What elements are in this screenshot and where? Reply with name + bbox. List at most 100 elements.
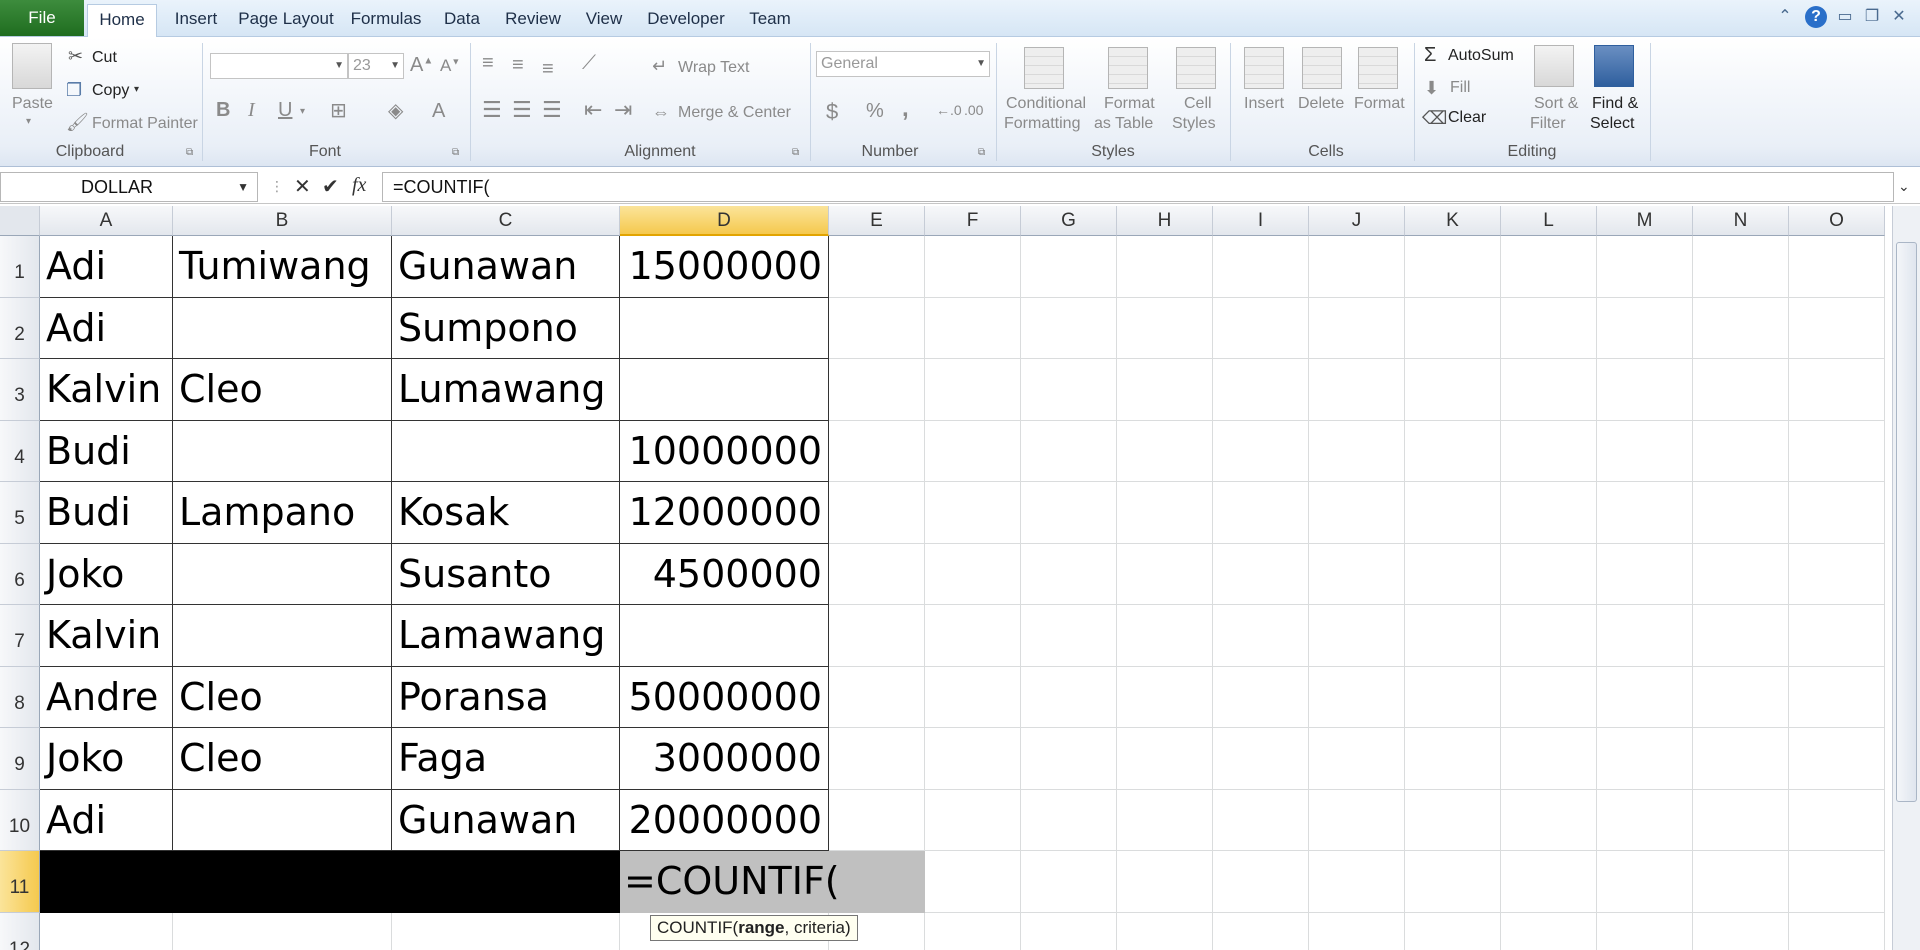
cell-k7[interactable] bbox=[1405, 605, 1501, 667]
cell-h10[interactable] bbox=[1117, 789, 1213, 851]
format-painter-button[interactable]: Format Painter bbox=[92, 115, 198, 133]
cell-l1[interactable] bbox=[1501, 236, 1597, 298]
cell-e10[interactable] bbox=[829, 789, 925, 851]
cell-i2[interactable] bbox=[1213, 297, 1309, 359]
tab-review[interactable]: Review bbox=[497, 4, 569, 37]
cell-g9[interactable] bbox=[1021, 728, 1117, 790]
font-name-combo[interactable]: ▼ bbox=[210, 53, 348, 79]
cell-f4[interactable] bbox=[925, 420, 1021, 482]
column-header-o[interactable]: O bbox=[1789, 206, 1885, 236]
cell-d9[interactable]: 3000000 bbox=[620, 728, 829, 790]
cell-n6[interactable] bbox=[1693, 543, 1789, 605]
cell-f11[interactable] bbox=[925, 851, 1021, 913]
increase-font-icon[interactable]: A▲ bbox=[410, 55, 433, 75]
cell-j11[interactable] bbox=[1309, 851, 1405, 913]
cell-c8[interactable]: Poransa bbox=[392, 666, 620, 728]
cell-h3[interactable] bbox=[1117, 359, 1213, 421]
cell-c6[interactable]: Susanto bbox=[392, 543, 620, 605]
row-header-10[interactable]: 10 bbox=[0, 789, 40, 851]
cell-d4[interactable]: 10000000 bbox=[620, 420, 829, 482]
cell-d8[interactable]: 50000000 bbox=[620, 666, 829, 728]
cell-h4[interactable] bbox=[1117, 420, 1213, 482]
cell-e6[interactable] bbox=[829, 543, 925, 605]
cell-j1[interactable] bbox=[1309, 236, 1405, 298]
column-header-f[interactable]: F bbox=[925, 206, 1021, 236]
tab-home[interactable]: Home bbox=[87, 4, 157, 38]
vertical-scroll-thumb[interactable] bbox=[1896, 242, 1917, 802]
align-bottom-icon[interactable]: ≡ bbox=[542, 59, 554, 79]
cell-k4[interactable] bbox=[1405, 420, 1501, 482]
cell-k5[interactable] bbox=[1405, 482, 1501, 544]
cell-d10[interactable]: 20000000 bbox=[620, 789, 829, 851]
cell-m7[interactable] bbox=[1597, 605, 1693, 667]
cell-c7[interactable]: Lamawang bbox=[392, 605, 620, 667]
orientation-icon[interactable]: ⟋ bbox=[582, 53, 596, 73]
cell-i9[interactable] bbox=[1213, 728, 1309, 790]
wrap-text-button[interactable]: Wrap Text bbox=[678, 59, 749, 77]
cell-i4[interactable] bbox=[1213, 420, 1309, 482]
paste-dropdown-icon[interactable]: ▾ bbox=[26, 117, 31, 127]
minimize-window-icon[interactable]: ▭ bbox=[1834, 6, 1856, 28]
cell-m1[interactable] bbox=[1597, 236, 1693, 298]
cell-n3[interactable] bbox=[1693, 359, 1789, 421]
cell-b4[interactable] bbox=[173, 420, 392, 482]
cell-c9[interactable]: Faga bbox=[392, 728, 620, 790]
cell-e8[interactable] bbox=[829, 666, 925, 728]
cell-g1[interactable] bbox=[1021, 236, 1117, 298]
cell-c5[interactable]: Kosak bbox=[392, 482, 620, 544]
select-all-corner[interactable] bbox=[0, 206, 40, 236]
cell-a7[interactable]: Kalvin bbox=[40, 605, 173, 667]
expand-formula-bar-icon[interactable]: ⌄ bbox=[1898, 178, 1910, 195]
cell-k8[interactable] bbox=[1405, 666, 1501, 728]
row-header-4[interactable]: 4 bbox=[0, 420, 40, 482]
cell-o11[interactable] bbox=[1789, 851, 1885, 913]
row-header-12[interactable]: 12 bbox=[0, 912, 40, 950]
column-header-c[interactable]: C bbox=[392, 206, 620, 236]
cell-c2[interactable]: Sumpono bbox=[392, 297, 620, 359]
tab-view[interactable]: View bbox=[574, 4, 634, 37]
cell-g6[interactable] bbox=[1021, 543, 1117, 605]
restore-window-icon[interactable]: ❐ bbox=[1861, 6, 1883, 28]
vertical-scrollbar[interactable] bbox=[1892, 206, 1920, 950]
tooltip-remaining-arguments[interactable]: , criteria) bbox=[785, 918, 851, 937]
cell-b6[interactable] bbox=[173, 543, 392, 605]
cell-f8[interactable] bbox=[925, 666, 1021, 728]
cell-f12[interactable] bbox=[925, 912, 1021, 950]
cell-h5[interactable] bbox=[1117, 482, 1213, 544]
conditional-formatting-line1[interactable]: Conditional bbox=[1006, 95, 1086, 113]
formula-input[interactable]: =COUNTIF( bbox=[382, 172, 1894, 202]
cell-h1[interactable] bbox=[1117, 236, 1213, 298]
cell-l10[interactable] bbox=[1501, 789, 1597, 851]
cell-j5[interactable] bbox=[1309, 482, 1405, 544]
column-header-b[interactable]: B bbox=[173, 206, 392, 236]
cell-f9[interactable] bbox=[925, 728, 1021, 790]
cell-d2[interactable] bbox=[620, 297, 829, 359]
cell-a12[interactable] bbox=[40, 912, 173, 950]
cell-h9[interactable] bbox=[1117, 728, 1213, 790]
cell-e9[interactable] bbox=[829, 728, 925, 790]
column-header-g[interactable]: G bbox=[1021, 206, 1117, 236]
cell-k2[interactable] bbox=[1405, 297, 1501, 359]
help-icon[interactable]: ? bbox=[1805, 6, 1827, 28]
tab-team[interactable]: Team bbox=[738, 4, 802, 37]
column-header-m[interactable]: M bbox=[1597, 206, 1693, 236]
cell-o3[interactable] bbox=[1789, 359, 1885, 421]
cell-i6[interactable] bbox=[1213, 543, 1309, 605]
cell-f10[interactable] bbox=[925, 789, 1021, 851]
cell-d3[interactable] bbox=[620, 359, 829, 421]
cell-i5[interactable] bbox=[1213, 482, 1309, 544]
cell-m11[interactable] bbox=[1597, 851, 1693, 913]
cell-i11[interactable] bbox=[1213, 851, 1309, 913]
cell-k6[interactable] bbox=[1405, 543, 1501, 605]
cell-o2[interactable] bbox=[1789, 297, 1885, 359]
cell-a9[interactable]: Joko bbox=[40, 728, 173, 790]
cell-k12[interactable] bbox=[1405, 912, 1501, 950]
cell-l7[interactable] bbox=[1501, 605, 1597, 667]
borders-icon[interactable]: ⊞ bbox=[330, 101, 347, 121]
font-size-combo[interactable]: 23 ▼ bbox=[348, 53, 404, 79]
comma-button[interactable]: , bbox=[902, 95, 909, 123]
cell-l5[interactable] bbox=[1501, 482, 1597, 544]
cell-i1[interactable] bbox=[1213, 236, 1309, 298]
cell-j8[interactable] bbox=[1309, 666, 1405, 728]
cell-b1[interactable]: Tumiwang bbox=[173, 236, 392, 298]
